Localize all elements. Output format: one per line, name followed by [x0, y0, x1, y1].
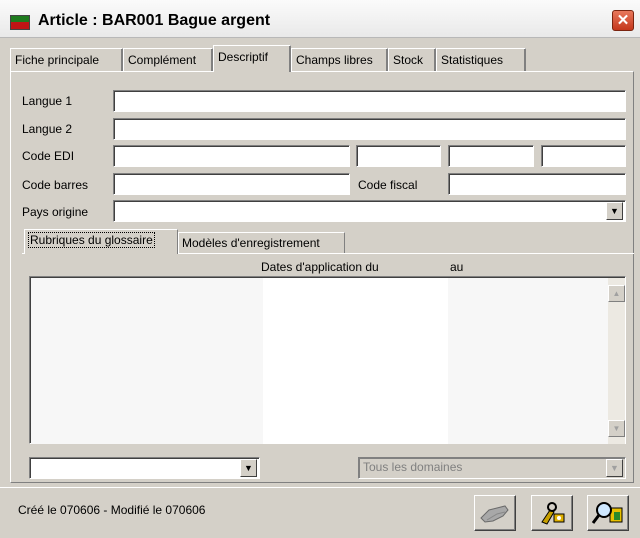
- scroll-up-icon[interactable]: ▲: [608, 285, 625, 302]
- code-edi-field-3[interactable]: [448, 145, 534, 167]
- code-edi-label: Code EDI: [22, 149, 75, 163]
- status-divider: [0, 487, 640, 488]
- pays-origine-label: Pays origine: [22, 205, 89, 219]
- tab-label: Complément: [128, 53, 197, 67]
- code-edi-field-2[interactable]: [356, 145, 441, 167]
- search-button[interactable]: [587, 495, 629, 531]
- tools-icon: [541, 502, 565, 525]
- pays-origine-select[interactable]: ▼: [113, 200, 626, 222]
- code-barres-label: Code barres: [22, 178, 89, 192]
- tab-label: Statistiques: [441, 53, 504, 67]
- tab-label: Stock: [393, 53, 424, 67]
- domain-select-value: Tous les domaines: [363, 460, 463, 474]
- tab-fiche-principale[interactable]: Fiche principale: [10, 48, 123, 71]
- vertical-scrollbar[interactable]: ▲ ▼: [608, 278, 625, 444]
- chevron-down-icon[interactable]: ▼: [606, 202, 623, 220]
- code-edi-field-1[interactable]: [113, 145, 350, 167]
- glossary-select[interactable]: ▼: [29, 457, 260, 479]
- scroll-down-icon[interactable]: ▼: [608, 420, 625, 437]
- code-barres-field[interactable]: [113, 173, 350, 195]
- gloves-icon: [480, 505, 509, 523]
- code-fiscal-label: Code fiscal: [358, 178, 418, 192]
- tab-label: Modèles d'enregistrement: [182, 236, 320, 250]
- title-bar: Article : BAR001 Bague argent ✕: [0, 0, 640, 38]
- tab-label: Champs libres: [296, 53, 373, 67]
- tab-statistiques[interactable]: Statistiques: [436, 48, 526, 71]
- code-fiscal-field[interactable]: [448, 173, 626, 195]
- list-column-1: [31, 278, 263, 444]
- chevron-down-icon[interactable]: ▼: [606, 459, 623, 477]
- glossary-list[interactable]: ▲ ▼: [29, 276, 626, 444]
- chevron-down-icon[interactable]: ▼: [240, 459, 257, 477]
- langue2-field[interactable]: [113, 118, 626, 140]
- code-edi-field-4[interactable]: [541, 145, 626, 167]
- langue1-label: Langue 1: [22, 94, 73, 108]
- close-button[interactable]: ✕: [612, 10, 634, 31]
- tools-button[interactable]: [531, 495, 573, 531]
- tab-label: Rubriques du glossaire: [28, 232, 155, 248]
- list-column-3: [448, 278, 608, 444]
- gloves-button[interactable]: [474, 495, 516, 531]
- tab-modeles-enregistrement[interactable]: Modèles d'enregistrement: [178, 232, 345, 254]
- langue2-label: Langue 2: [22, 122, 73, 136]
- column-header-dates: Dates d'application du: [261, 260, 379, 274]
- domain-select[interactable]: Tous les domaines ▼: [358, 457, 626, 479]
- tab-label: Descriptif: [218, 50, 269, 64]
- tab-label: Fiche principale: [15, 53, 100, 67]
- tab-rubriques-glossaire[interactable]: Rubriques du glossaire: [24, 229, 178, 254]
- tab-stock[interactable]: Stock: [388, 48, 436, 71]
- search-icon: [591, 502, 623, 524]
- tab-descriptif[interactable]: Descriptif: [213, 45, 291, 72]
- tab-complement[interactable]: Complément: [123, 48, 213, 71]
- langue1-field[interactable]: [113, 90, 626, 112]
- window-title: Article : BAR001 Bague argent: [38, 12, 271, 29]
- close-icon: ✕: [616, 12, 630, 29]
- app-icon: [10, 15, 30, 30]
- tab-champs-libres[interactable]: Champs libres: [291, 48, 388, 71]
- status-text: Créé le 070606 - Modifié le 070606: [18, 503, 206, 517]
- column-header-au: au: [450, 260, 464, 274]
